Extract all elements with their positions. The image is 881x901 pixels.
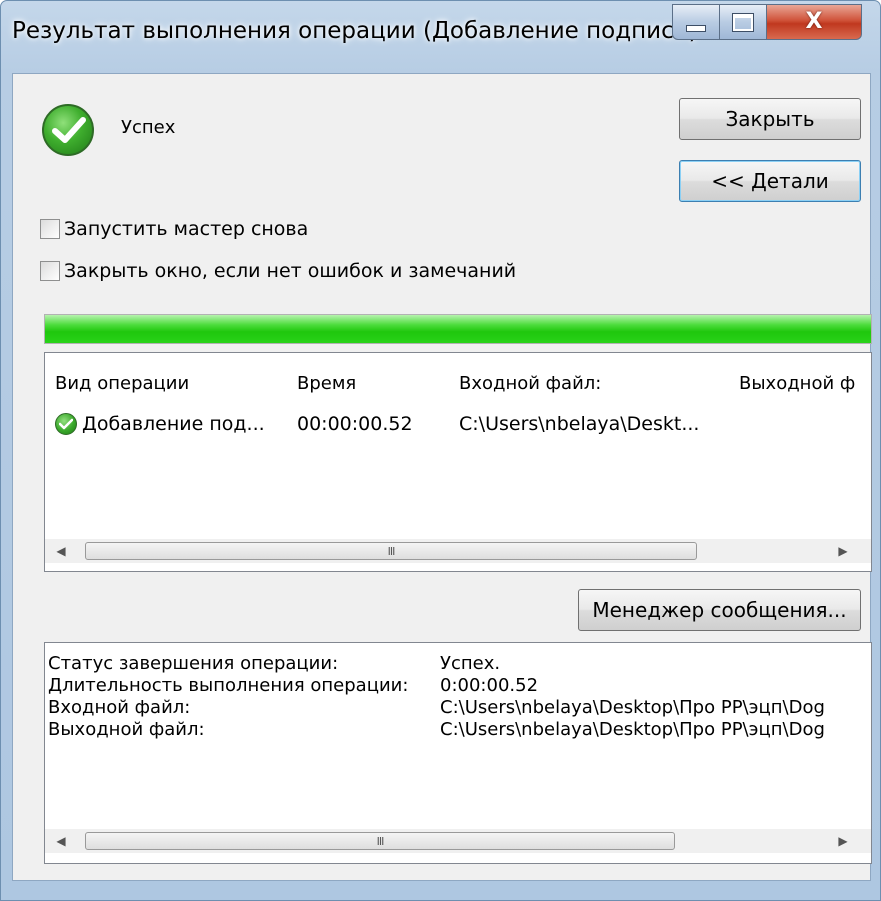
scroll-right-arrow-icon[interactable]: ▶ — [829, 829, 857, 853]
close-if-no-errors-checkbox[interactable] — [40, 261, 60, 281]
title-bar[interactable]: Результат выполнения операции (Добавлени… — [1, 1, 880, 73]
detail-value: Успех. — [440, 653, 501, 674]
progress-bar-fill — [45, 315, 871, 343]
detail-label: Входной файл: — [48, 697, 191, 718]
rerun-wizard-label[interactable]: Запустить мастер снова — [64, 218, 308, 240]
detail-value: C:\Users\nbelaya\Desktop\Про РР\эцп\Dog — [440, 719, 825, 740]
success-check-icon — [55, 413, 77, 435]
dialog-content: Успех Закрыть << Детали Запустить мастер… — [12, 73, 872, 881]
success-check-icon — [42, 104, 94, 156]
scrollbar-grip: III — [387, 544, 396, 558]
details-panel[interactable]: Статус завершения операции: Успех. Длите… — [44, 642, 872, 864]
scrollbar-thumb[interactable]: III — [85, 542, 697, 560]
scrollbar-thumb[interactable]: III — [85, 832, 675, 850]
minimize-button[interactable] — [672, 4, 720, 40]
maximize-icon — [732, 12, 754, 32]
column-header-operation[interactable]: Вид операции — [55, 373, 189, 394]
close-button[interactable]: Закрыть — [679, 98, 861, 140]
status-label: Успех — [121, 117, 176, 138]
scroll-left-arrow-icon[interactable]: ◀ — [47, 539, 75, 563]
column-header-output-file[interactable]: Выходной ф — [739, 373, 855, 394]
detail-value: 0:00:00.52 — [440, 675, 539, 696]
detail-label: Длительность выполнения операции: — [48, 675, 409, 696]
minimize-icon — [686, 24, 706, 32]
window-close-button[interactable]: X — [766, 4, 862, 40]
horizontal-scrollbar[interactable]: ◀ III ▶ — [45, 829, 871, 853]
rerun-wizard-checkbox[interactable] — [40, 219, 60, 239]
scrollbar-grip: III — [376, 834, 385, 848]
dialog-window: Результат выполнения операции (Добавлени… — [0, 0, 881, 901]
row-input-file-cell[interactable]: C:\Users\nbelaya\Deskt... — [459, 413, 699, 435]
details-toggle-button[interactable]: << Детали — [679, 160, 861, 202]
detail-label: Выходной файл: — [48, 719, 205, 740]
window-title: Результат выполнения операции (Добавлени… — [12, 18, 698, 44]
operations-list[interactable]: Вид операции Время Входной файл: Выходно… — [44, 352, 872, 572]
progress-bar — [44, 314, 872, 344]
column-header-input-file[interactable]: Входной файл: — [459, 373, 601, 394]
maximize-button[interactable] — [719, 4, 767, 40]
detail-value: C:\Users\nbelaya\Desktop\Про РР\эцп\Dog — [440, 697, 825, 718]
row-operation-cell[interactable]: Добавление под... — [82, 413, 265, 435]
scroll-left-arrow-icon[interactable]: ◀ — [47, 829, 75, 853]
horizontal-scrollbar[interactable]: ◀ III ▶ — [45, 539, 871, 563]
close-icon: X — [805, 9, 823, 34]
scroll-right-arrow-icon[interactable]: ▶ — [829, 539, 857, 563]
message-manager-button[interactable]: Менеджер сообщения... — [578, 589, 861, 631]
detail-label: Статус завершения операции: — [48, 653, 339, 674]
close-if-no-errors-label[interactable]: Закрыть окно, если нет ошибок и замечани… — [64, 260, 516, 282]
column-header-time[interactable]: Время — [297, 373, 356, 394]
row-time-cell[interactable]: 00:00:00.52 — [297, 413, 413, 435]
